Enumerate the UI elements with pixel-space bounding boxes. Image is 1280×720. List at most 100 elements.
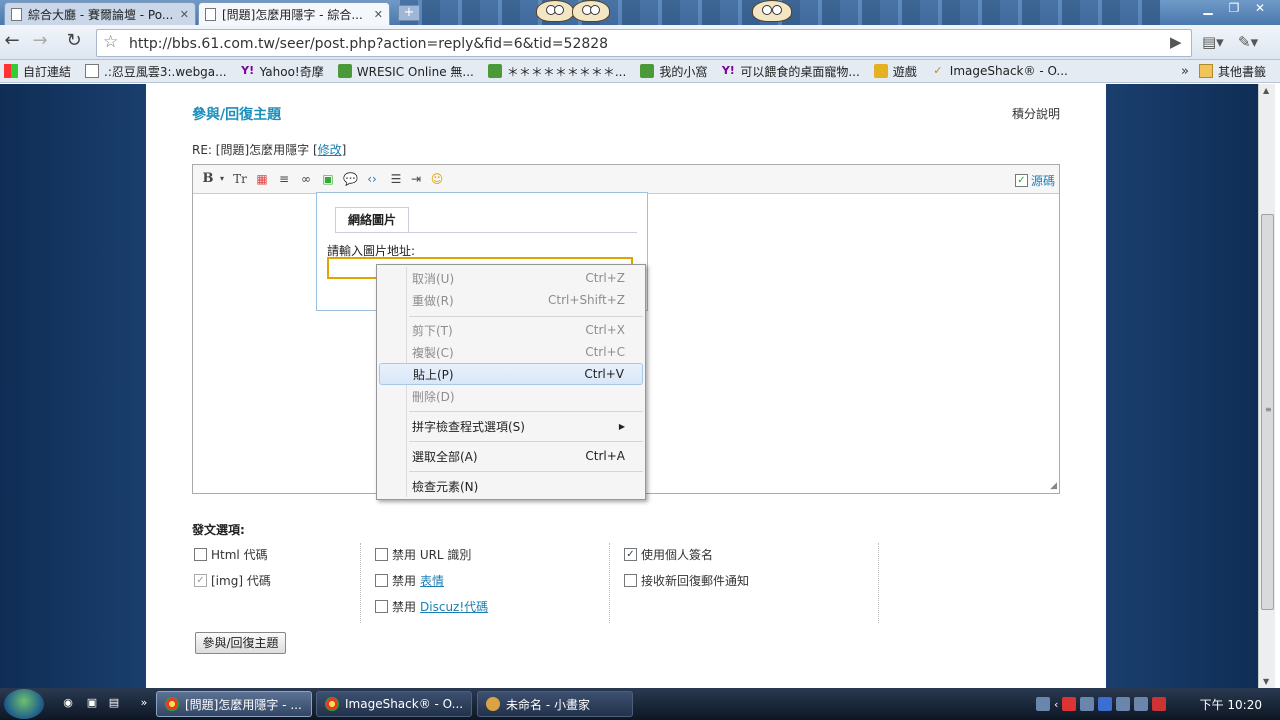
- bookmark-item[interactable]: ✓ ImageShack® - O...: [931, 64, 1068, 78]
- forward-icon[interactable]: →: [28, 30, 52, 54]
- option-email-notify[interactable]: 接收新回復郵件通知: [624, 572, 749, 589]
- bold-icon[interactable]: B: [201, 172, 215, 186]
- option-disable-smilies[interactable]: 禁用 表情: [375, 572, 444, 589]
- list-icon[interactable]: ☰: [389, 172, 403, 186]
- source-checkbox[interactable]: ✓: [1014, 174, 1028, 187]
- green-icon: [337, 64, 352, 78]
- task-paint[interactable]: 未命名 - 小畫家: [477, 691, 633, 717]
- close-window-icon[interactable]: ✕: [1248, 0, 1272, 18]
- color-icon[interactable]: ▦: [255, 172, 269, 186]
- quicklaunch-more[interactable]: »: [136, 696, 152, 712]
- disable-discuz-checkbox[interactable]: [375, 600, 388, 613]
- bookmark-item[interactable]: Y! 可以餵食的桌面寵物...: [721, 63, 860, 80]
- other-bookmarks[interactable]: 其他書籤: [1198, 63, 1266, 80]
- new-tab-button[interactable]: +: [398, 5, 420, 21]
- tray-arrow-icon[interactable]: ‹: [1054, 698, 1058, 711]
- bookmark-item[interactable]: WRESIC Online 無...: [337, 63, 474, 80]
- url-text[interactable]: http://bbs.61.com.tw/seer/post.php?actio…: [129, 36, 608, 52]
- chrome-icon: [325, 697, 339, 711]
- font-size-icon[interactable]: Tr: [233, 172, 247, 186]
- option-disable-discuz[interactable]: 禁用 Discuz!代碼: [375, 598, 488, 615]
- page-icon: [205, 7, 216, 21]
- restore-icon[interactable]: ❐: [1222, 0, 1246, 18]
- bookmark-item[interactable]: .:忍豆風雲3:.webga...: [85, 63, 227, 80]
- edit-subject-link[interactable]: 修改: [318, 143, 342, 157]
- link-icon[interactable]: ∞: [299, 172, 313, 186]
- tray-monitor-icon[interactable]: [1134, 697, 1149, 711]
- source-toggle[interactable]: ✓ 源碼: [1014, 172, 1055, 189]
- clock[interactable]: 下午 10:20: [1200, 696, 1262, 713]
- tray-tool-icon[interactable]: [1080, 697, 1095, 711]
- bookmark-item[interactable]: 我的小窩: [640, 63, 707, 80]
- img-code-checkbox[interactable]: ✓: [194, 574, 207, 587]
- bookmark-star-icon[interactable]: ☆: [103, 32, 118, 52]
- tab-forum-lobby[interactable]: 綜合大廳 - 賽爾論壇 - Po... ✕: [4, 2, 196, 25]
- tray-antivirus-icon[interactable]: [1062, 697, 1077, 711]
- disable-url-checkbox[interactable]: [375, 548, 388, 561]
- tab-web-image[interactable]: 網絡圖片: [335, 207, 409, 233]
- editor-toolbar: B ▾ Tr ▦ ≡ ∞ ▣ 💬 ‹› ☰ ⇥ ☺ ✓ 源碼: [193, 165, 1059, 194]
- smiley-icon[interactable]: ☺: [430, 172, 444, 186]
- task-imageshack[interactable]: ImageShack® - O...: [316, 691, 472, 717]
- bookmark-item[interactable]: Y! Yahoo!奇摩: [241, 63, 324, 80]
- menu-item-copy[interactable]: 複製(C) Ctrl+C: [379, 341, 643, 363]
- bookmark-item[interactable]: ＊＊＊＊＊＊＊＊＊...: [487, 63, 626, 80]
- discuz-code-link[interactable]: Discuz!代碼: [420, 598, 488, 615]
- page-menu-icon[interactable]: ▤▾: [1202, 33, 1224, 51]
- use-signature-checkbox[interactable]: ✓: [624, 548, 637, 561]
- close-icon[interactable]: ✕: [374, 8, 383, 21]
- code-icon[interactable]: ‹›: [365, 172, 379, 186]
- credits-help-link[interactable]: 積分說明: [1012, 105, 1060, 122]
- menu-item-cut[interactable]: 剪下(T) Ctrl+X: [379, 319, 643, 341]
- imageshack-icon: ✓: [933, 64, 943, 77]
- tray-network-icon[interactable]: [1098, 697, 1113, 711]
- option-use-signature[interactable]: ✓ 使用個人簽名: [624, 546, 713, 563]
- dropdown-icon[interactable]: ▾: [215, 172, 229, 186]
- page-scrollbar[interactable]: ▲ ≡ ▼: [1258, 84, 1275, 688]
- indent-icon[interactable]: ⇥: [409, 172, 423, 186]
- email-notify-checkbox[interactable]: [624, 574, 637, 587]
- window-switch-icon[interactable]: ▤: [106, 696, 122, 712]
- close-icon[interactable]: ✕: [180, 8, 189, 21]
- yahoo-icon: Y!: [721, 64, 735, 77]
- image-icon[interactable]: ▣: [321, 172, 335, 186]
- menu-item-delete[interactable]: 刪除(D): [379, 385, 643, 407]
- bookmarks-overflow-button[interactable]: »: [1181, 64, 1189, 79]
- tray-volume-icon[interactable]: [1152, 697, 1167, 711]
- task-reply-post[interactable]: [問題]怎麼用隱字 - ...: [156, 691, 312, 717]
- html-code-checkbox[interactable]: [194, 548, 207, 561]
- menu-item-spellcheck[interactable]: 拼字檢查程式選項(S) ▶: [379, 415, 643, 437]
- option-img-code[interactable]: ✓ [img] 代碼: [194, 572, 271, 589]
- menu-item-redo[interactable]: 重做(R) Ctrl+Shift+Z: [379, 289, 643, 311]
- desktop-icon[interactable]: ▣: [84, 696, 100, 712]
- menu-item-select-all[interactable]: 選取全部(A) Ctrl+A: [379, 445, 643, 467]
- option-html-code[interactable]: Html 代碼: [194, 546, 268, 563]
- tab-reply-post[interactable]: [問題]怎麼用隱字 - 綜合... ✕: [198, 2, 390, 25]
- bookmark-item[interactable]: 遊戲: [873, 63, 917, 80]
- menu-item-inspect[interactable]: 檢查元素(N): [379, 475, 643, 497]
- tray-app-icon[interactable]: [1036, 697, 1050, 711]
- back-icon[interactable]: ←: [0, 30, 24, 54]
- resize-handle-icon[interactable]: ◢: [1050, 481, 1057, 491]
- play-icon[interactable]: ▶: [1170, 33, 1182, 51]
- disable-smilies-checkbox[interactable]: [375, 574, 388, 587]
- menu-item-paste[interactable]: 貼上(P) Ctrl+V: [379, 363, 643, 385]
- quote-icon[interactable]: 💬: [343, 172, 358, 186]
- scroll-down-icon[interactable]: ▼: [1263, 677, 1269, 686]
- tray-display-icon[interactable]: [1116, 697, 1131, 711]
- option-disable-url[interactable]: 禁用 URL 識別: [375, 546, 471, 563]
- bookmark-item[interactable]: 自訂連結: [4, 63, 71, 80]
- scroll-up-icon[interactable]: ▲: [1263, 86, 1269, 95]
- smilies-link[interactable]: 表情: [420, 572, 444, 589]
- scrollbar-thumb[interactable]: ≡: [1261, 214, 1274, 610]
- minimize-icon[interactable]: ▁: [1196, 0, 1220, 18]
- tab-strip: 綜合大廳 - 賽爾論壇 - Po... ✕ [問題]怎麼用隱字 - 綜合... …: [0, 0, 1280, 25]
- align-icon[interactable]: ≡: [277, 172, 291, 186]
- wrench-icon[interactable]: ✎▾: [1238, 33, 1258, 51]
- start-button[interactable]: [4, 689, 44, 719]
- address-bar[interactable]: ☆ http://bbs.61.com.tw/seer/post.php?act…: [96, 29, 1192, 57]
- chrome-icon[interactable]: ◉: [60, 696, 76, 712]
- reload-icon[interactable]: ↻: [62, 30, 86, 54]
- menu-item-undo[interactable]: 取消(U) Ctrl+Z: [379, 267, 643, 289]
- submit-reply-button[interactable]: 參與/回復主題: [195, 632, 286, 654]
